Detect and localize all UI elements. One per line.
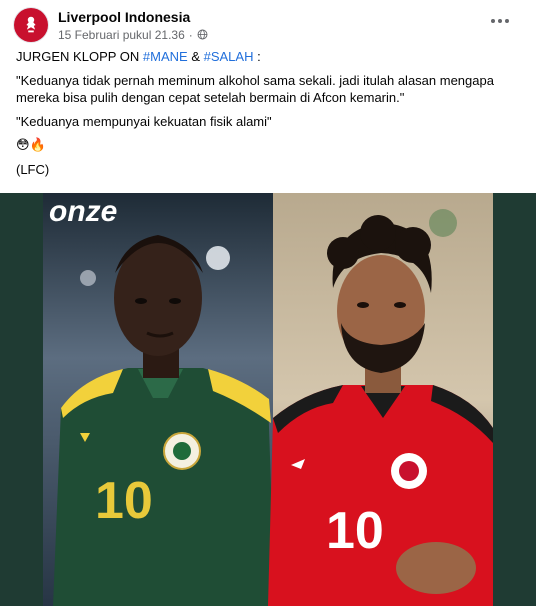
- more-options-icon[interactable]: [488, 12, 512, 30]
- onze-watermark: onze: [49, 195, 117, 228]
- page-avatar[interactable]: [14, 8, 48, 42]
- hashtag-mane-link[interactable]: #MANE: [143, 49, 188, 64]
- post-header: Liverpool Indonesia 15 Februari pukul 21…: [14, 6, 208, 44]
- emoji-line: 😳🔥: [16, 138, 46, 153]
- post-subline: 15 Februari pukul 21.36 ·: [58, 29, 208, 41]
- quote-1: "Keduanya tidak pernah meminum alkohol s…: [16, 73, 494, 105]
- players-photo: 10 10 onze: [43, 193, 493, 606]
- post-timestamp[interactable]: 15 Februari pukul 21.36: [58, 29, 185, 41]
- headline-ampersand: &: [187, 49, 204, 64]
- headline-text: JURGEN KLOPP ON: [16, 49, 143, 64]
- liverbird-logo-icon: [26, 16, 36, 33]
- signature: (LFC): [16, 162, 50, 177]
- hashtag-salah-link[interactable]: #SALAH: [204, 49, 254, 64]
- post-text: JURGEN KLOPP ON #MANE & #SALAH : "Keduan…: [16, 48, 520, 185]
- left-jersey-number: 10: [95, 472, 153, 530]
- page-name-link[interactable]: Liverpool Indonesia: [58, 10, 208, 24]
- post-headline: JURGEN KLOPP ON #MANE & #SALAH :: [16, 48, 520, 65]
- post-image[interactable]: 10 10 onze: [0, 193, 536, 606]
- timestamp-separator: ·: [188, 27, 193, 42]
- headline-colon: :: [253, 49, 261, 64]
- post-meta: Liverpool Indonesia 15 Februari pukul 21…: [58, 10, 208, 41]
- post-card: Liverpool Indonesia 15 Februari pukul 21…: [0, 0, 536, 606]
- quote-2: "Keduanya mempunyai kekuatan fisik alami…: [16, 114, 272, 129]
- right-jersey-number: 10: [326, 502, 384, 560]
- globe-icon: [197, 29, 208, 40]
